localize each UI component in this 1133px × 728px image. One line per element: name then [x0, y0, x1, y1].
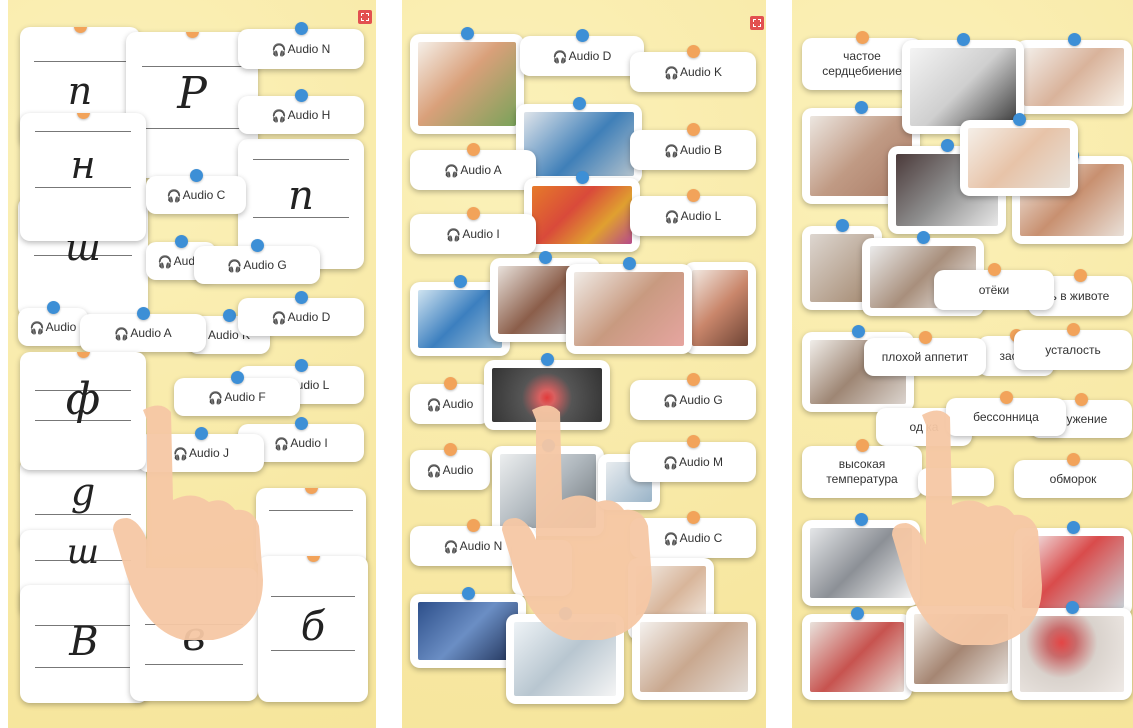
headphones-icon: 🎧 — [426, 464, 442, 478]
word-card[interactable]: плохой аппетит — [864, 331, 986, 376]
audio-card[interactable]: 🎧 Audio K — [630, 45, 756, 92]
letter-glyph: n — [288, 173, 314, 219]
headphones-icon: 🎧 — [271, 43, 287, 57]
headphones-icon: 🎧 — [662, 456, 678, 470]
word-card[interactable]: отёки — [934, 263, 1054, 310]
photo-card[interactable] — [960, 113, 1078, 196]
audio-card[interactable]: 🎧 Audio A — [410, 143, 536, 190]
letter-card[interactable]: б — [258, 556, 368, 702]
headphones-icon: 🎧 — [552, 50, 568, 64]
audio-card[interactable]: 🎧 Audio D — [238, 291, 364, 336]
panel-words-photos: частое сердцебиение ь в животе отёки зас… — [792, 0, 1133, 728]
audio-card[interactable]: 🎧 Audio H — [238, 89, 364, 134]
pointing-hand-icon — [892, 410, 1042, 645]
headphones-icon: 🎧 — [157, 255, 173, 269]
expand-icon[interactable] — [750, 16, 764, 30]
audio-card[interactable]: 🎧 Audio A — [80, 307, 206, 352]
headphones-icon: 🎧 — [663, 66, 679, 80]
panel-audio-photos: 🎧 Audio D 🎧 Audio K 🎧 Audio B 🎧 Audio A 🎧 Aud… — [402, 0, 766, 728]
audio-card[interactable]: 🎧Audio L — [630, 189, 756, 236]
photo-card[interactable] — [1016, 33, 1132, 114]
headphones-icon: 🎧 — [271, 109, 287, 123]
audio-card[interactable]: 🎧 Audio D — [520, 29, 644, 76]
headphones-icon: 🎧 — [271, 311, 287, 325]
audio-card[interactable]: 🎧 Audio G — [194, 239, 320, 284]
photo-card[interactable] — [410, 27, 524, 134]
audio-card[interactable]: 🎧 Audio C — [146, 169, 246, 214]
photo-card[interactable] — [566, 257, 692, 354]
expand-icon[interactable] — [358, 10, 372, 24]
photo-card[interactable] — [684, 262, 756, 354]
headphones-icon: 🎧 — [29, 321, 45, 335]
audio-card[interactable]: 🎧 Audio — [410, 443, 490, 490]
headphones-icon: 🎧 — [166, 189, 182, 203]
audio-card[interactable]: 🎧 Audio N — [238, 22, 364, 69]
letter-glyph: n — [67, 69, 93, 113]
audio-card[interactable]: 🎧 Audio — [18, 301, 88, 346]
headphones-icon: 🎧 — [663, 394, 679, 408]
headphones-icon: 🎧 — [443, 540, 459, 554]
panel-letters: n P ш н n g ш В в б 🎧Audio N — [8, 0, 376, 728]
photo-card[interactable] — [524, 171, 640, 252]
audio-card[interactable]: 🎧 Audio I — [410, 207, 536, 254]
headphones-icon: 🎧 — [114, 327, 130, 341]
headphones-icon: 🎧 — [663, 532, 679, 546]
letter-card[interactable]: н — [20, 113, 146, 241]
headphones-icon: 🎧 — [274, 437, 290, 451]
headphones-icon: 🎧 — [426, 398, 442, 412]
audio-card[interactable]: 🎧 Audio B — [630, 123, 756, 170]
pointing-hand-icon — [113, 405, 263, 640]
letter-glyph: б — [300, 604, 326, 650]
headphones-icon: 🎧 — [444, 164, 460, 178]
audio-card[interactable]: 🎧 Audio — [410, 377, 490, 424]
headphones-icon: 🎧 — [664, 210, 680, 224]
letter-glyph: н — [70, 143, 96, 187]
headphones-icon: 🎧 — [446, 228, 462, 242]
headphones-icon: 🎧 — [227, 259, 243, 273]
headphones-icon: 🎧 — [663, 144, 679, 158]
pointing-hand-icon — [502, 405, 652, 640]
word-card[interactable]: усталость — [1014, 323, 1132, 370]
